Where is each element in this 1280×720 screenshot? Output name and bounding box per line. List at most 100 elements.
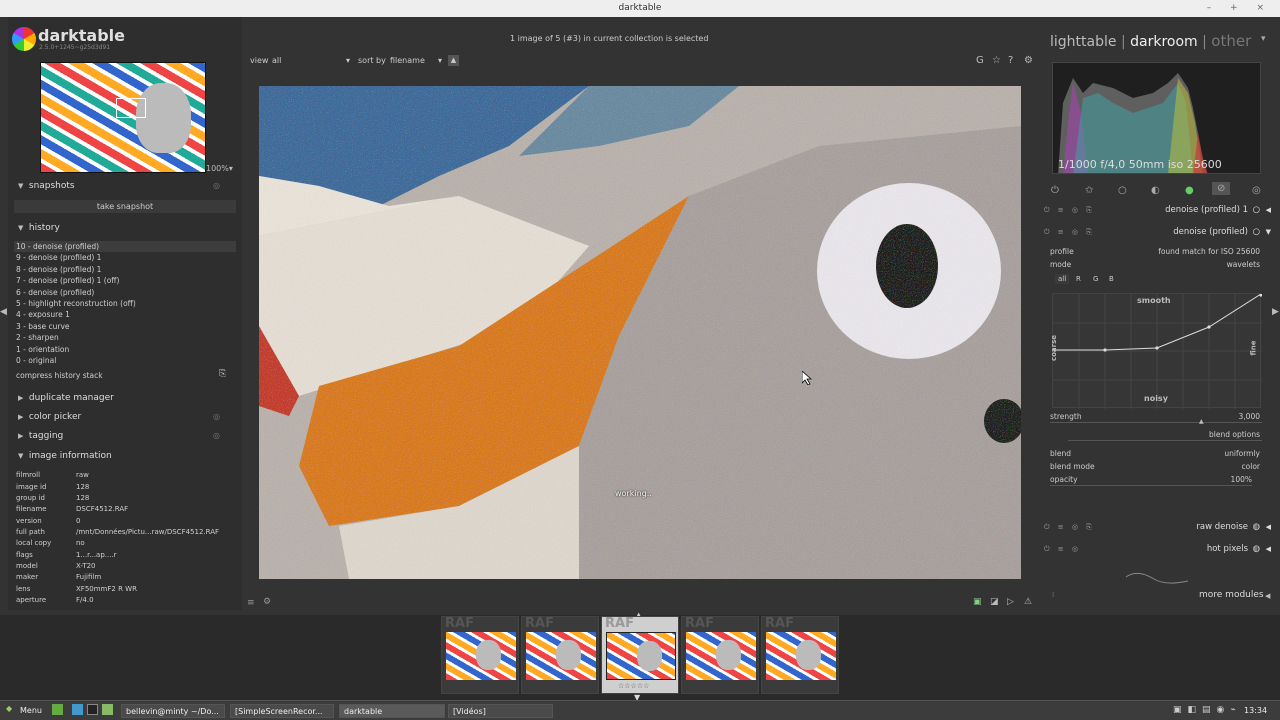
opacity-slider-track[interactable] xyxy=(1050,485,1252,486)
image-information-header[interactable]: ▼ image information xyxy=(8,448,242,464)
clock[interactable]: 13:34 xyxy=(1244,706,1267,715)
collapse-left-panel-icon[interactable]: ◀ xyxy=(0,307,7,317)
blend-row[interactable]: blend uniformly xyxy=(1050,448,1264,459)
navigation-thumbnail[interactable] xyxy=(40,62,206,173)
favorites-star-icon[interactable]: ✩ xyxy=(1085,185,1093,196)
expand-arrow-icon[interactable]: ◀ xyxy=(1266,203,1271,217)
strength-slider-track[interactable] xyxy=(1050,422,1262,423)
quick-presets-icon[interactable]: ⚙ xyxy=(263,597,271,607)
module-control-icons[interactable]: ⏻ ≡ ◎ ⎘ xyxy=(1044,225,1095,239)
snapshots-header[interactable]: ▼ snapshots ◎ xyxy=(8,178,242,194)
reset-icon[interactable]: ◎ xyxy=(213,428,220,444)
rating-stars-icon[interactable]: ☆☆☆☆☆ xyxy=(618,682,649,690)
history-item[interactable]: 8 - denoise (profiled) 1 xyxy=(14,264,236,275)
darkroom-image[interactable]: working.. xyxy=(259,86,1021,579)
task-darktable[interactable]: darktable xyxy=(339,704,445,718)
window-controls[interactable]: – + × xyxy=(1207,0,1272,17)
task-videos[interactable]: [Vidéos] xyxy=(448,704,553,718)
menu-logo-icon[interactable]: ◆ xyxy=(6,704,12,713)
history-item[interactable]: 9 - denoise (profiled) 1 xyxy=(14,252,236,263)
profile-select[interactable]: found match for ISO 25600 xyxy=(1158,246,1260,257)
expand-arrow-icon[interactable]: ◀ xyxy=(1266,542,1271,556)
warning-icon[interactable]: ⚠ xyxy=(1024,597,1032,607)
module-enable-circle-icon[interactable]: ○ xyxy=(1253,225,1260,239)
view-other[interactable]: other xyxy=(1211,32,1251,50)
filmstrip-thumb[interactable]: RAF xyxy=(761,616,839,694)
history-style-icon[interactable]: ⎘ xyxy=(219,369,226,379)
channel-tab-g[interactable]: G xyxy=(1090,274,1101,284)
history-item[interactable]: 1 - orientation xyxy=(14,344,236,355)
history-item[interactable]: 5 - highlight reconstruction (off) xyxy=(14,298,236,309)
reset-icon[interactable]: ◎ xyxy=(213,409,220,425)
module-control-icons[interactable]: ⏻ ≡ ◎ xyxy=(1044,542,1081,556)
browser-icon[interactable] xyxy=(72,704,83,715)
menu-button[interactable]: Menu xyxy=(20,706,42,715)
module-hot-pixels-header[interactable]: ⏻ ≡ ◎ hot pixels ◍ ◀ xyxy=(1042,542,1274,556)
module-raw-denoise-header[interactable]: ⏻ ≡ ◎ ⎘ raw denoise ◍ ◀ xyxy=(1042,520,1274,534)
strength-slider-handle[interactable]: ▲ xyxy=(1199,418,1204,425)
task-screen-recorder[interactable]: [SimpleScreenRecor... xyxy=(230,704,334,718)
correct-group-icon[interactable]: ⊘ xyxy=(1212,182,1231,195)
history-item[interactable]: 6 - denoise (profiled) xyxy=(14,287,236,298)
module-denoise-1-header[interactable]: ⏻ ≡ ◎ ⎘ denoise (profiled) 1 ○ ◀ xyxy=(1042,203,1274,217)
blend-mode-row[interactable]: blend mode color xyxy=(1050,461,1264,472)
opacity-slider[interactable]: opacity 100% xyxy=(1050,474,1264,485)
preferences-gear-icon[interactable]: ⚙ xyxy=(1024,55,1033,66)
take-snapshot-button[interactable]: take snapshot xyxy=(14,200,236,213)
histogram[interactable]: 1/1000 f/4,0 50mm iso 25600 xyxy=(1052,62,1261,174)
softproof-icon[interactable]: ▣ xyxy=(973,597,982,607)
collapse-right-panel-icon[interactable]: ▶ xyxy=(1272,307,1279,317)
task-terminal[interactable]: bellevin@minty ~/Do... xyxy=(121,704,225,718)
compress-history-button[interactable]: compress history stack xyxy=(14,370,236,381)
expand-arrow-icon[interactable]: ◀ xyxy=(1266,520,1271,534)
filmstrip-thumb[interactable]: RAF xyxy=(441,616,519,694)
history-item[interactable]: 7 - denoise (profiled) 1 (off) xyxy=(14,275,236,286)
color-picker-header[interactable]: ▶ color picker ◎ xyxy=(8,409,242,425)
blend-select[interactable]: uniformly xyxy=(1224,448,1260,459)
view-lighttable[interactable]: lighttable xyxy=(1050,34,1117,50)
channel-tab-r[interactable]: R xyxy=(1073,274,1084,284)
dropdown-arrow-icon[interactable]: ▾ xyxy=(346,56,350,65)
gamut-check-icon[interactable]: ◪ xyxy=(990,597,999,607)
module-raw-icon[interactable]: ◍ xyxy=(1253,520,1260,534)
tagging-header[interactable]: ▶ tagging ◎ xyxy=(8,428,242,444)
dropdown-arrow-icon[interactable]: ▾ xyxy=(438,56,442,65)
view-filter-select[interactable]: all xyxy=(272,56,281,65)
filmstrip-thumb[interactable]: RAF xyxy=(681,616,759,694)
filmstrip-thumb-selected[interactable]: RAF ☆☆☆☆☆ xyxy=(601,616,679,694)
filmstrip-toggle-icon[interactable]: ≡ xyxy=(247,598,255,608)
history-item[interactable]: 0 - original xyxy=(14,355,236,366)
mode-select[interactable]: wavelets xyxy=(1227,259,1260,270)
history-item[interactable]: 3 - base curve xyxy=(14,321,236,332)
overlays-star-icon[interactable]: ☆ xyxy=(992,55,1001,66)
channel-tab-b[interactable]: B xyxy=(1106,274,1117,284)
wavelet-curve-editor[interactable]: smooth noisy coarse fine xyxy=(1050,293,1262,409)
effect-group-icon[interactable]: ◎ xyxy=(1252,185,1261,196)
module-denoise-header[interactable]: ⏻ ≡ ◎ ⎘ denoise (profiled) ○ ▼ xyxy=(1042,225,1274,239)
grouping-icon[interactable]: G xyxy=(976,55,984,66)
view-menu-arrow-icon[interactable]: ▾ xyxy=(1261,34,1266,44)
navigation-viewport-box[interactable] xyxy=(116,98,146,118)
view-darkroom[interactable]: darkroom xyxy=(1130,34,1198,50)
sort-by-select[interactable]: filename xyxy=(390,56,425,65)
terminal-icon[interactable] xyxy=(87,704,98,715)
expand-arrow-icon[interactable]: ◀ xyxy=(1265,592,1270,600)
reset-icon[interactable]: ◎ xyxy=(213,178,220,194)
module-control-icons[interactable]: ⏻ ≡ ◎ ⎘ xyxy=(1044,520,1095,534)
history-item[interactable]: 10 - denoise (profiled) xyxy=(14,241,236,252)
collapse-arrow-icon[interactable]: ▼ xyxy=(1266,225,1271,239)
display-profile-icon[interactable]: ▷ xyxy=(1007,597,1014,607)
module-control-icons[interactable]: ⏻ ≡ ◎ ⎘ xyxy=(1044,203,1095,217)
history-item[interactable]: 4 - exposure 1 xyxy=(14,309,236,320)
navigation-zoom[interactable]: 100%▾ xyxy=(206,164,233,173)
basic-group-circle-icon[interactable]: ○ xyxy=(1118,185,1127,196)
show-desktop-icon[interactable] xyxy=(52,704,63,715)
blend-mode-select[interactable]: color xyxy=(1242,461,1260,472)
files-icon[interactable] xyxy=(102,704,113,715)
filmstrip-thumb[interactable]: RAF xyxy=(521,616,599,694)
mode-row[interactable]: mode wavelets xyxy=(1050,259,1264,270)
sort-order-icon[interactable]: ▲ xyxy=(448,55,459,66)
module-raw-icon[interactable]: ◍ xyxy=(1253,542,1260,556)
power-icon[interactable]: ⏻ xyxy=(1051,185,1059,196)
history-header[interactable]: ▼ history xyxy=(8,220,242,236)
